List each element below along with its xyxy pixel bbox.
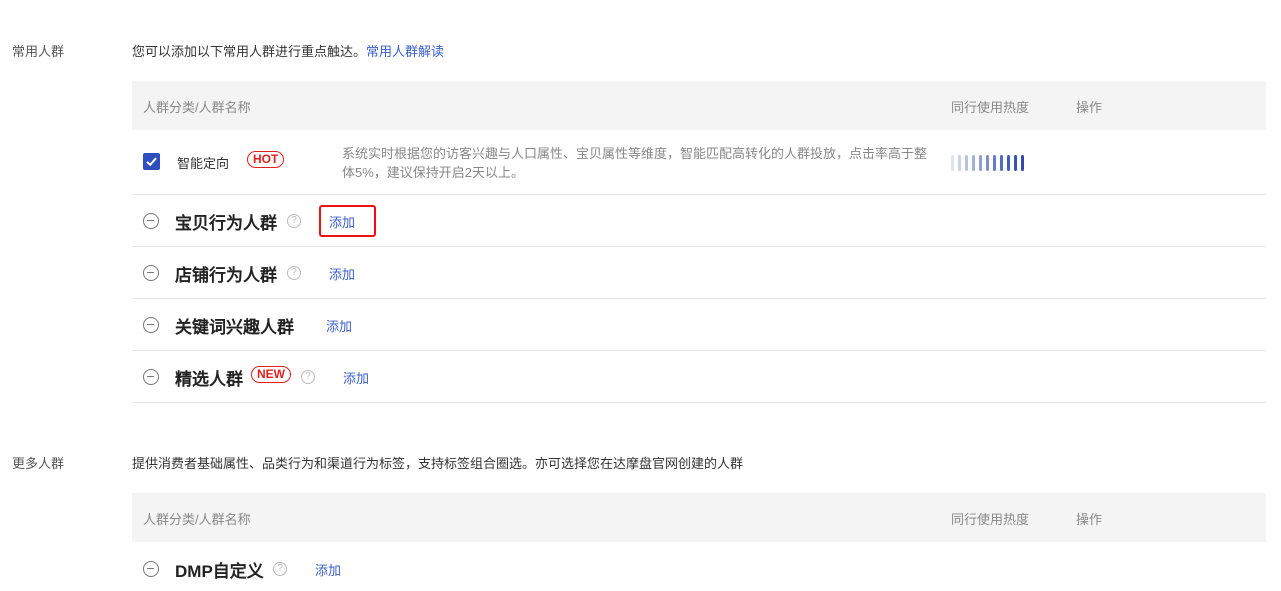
table-header-common: 人群分类/人群名称 同行使用热度 操作	[132, 81, 1266, 130]
header-heat: 同行使用热度	[951, 100, 1030, 115]
help-icon[interactable]: ?	[287, 266, 301, 280]
header-name: 人群分类/人群名称	[143, 512, 251, 527]
add-button[interactable]: 添加	[329, 212, 355, 231]
add-button[interactable]: 添加	[329, 264, 355, 283]
heat-bar	[951, 155, 1024, 171]
header-operation: 操作	[1076, 100, 1103, 115]
smart-targeting-row: 智能定向 HOT 系统实时根据您的访客兴趣与人口属性、宝贝属性等维度，智能匹配高…	[132, 130, 1266, 195]
collapse-icon[interactable]	[143, 265, 159, 281]
section-desc-more: 提供消费者基础属性、品类行为和渠道行为标签，支持标签组合圈选。亦可选择您在达摩盘…	[132, 456, 744, 471]
smart-targeting-desc: 系统实时根据您的访客兴趣与人口属性、宝贝属性等维度，智能匹配高转化的人群投放，点…	[342, 146, 928, 180]
group-row: 宝贝行为人群 ? 添加	[132, 195, 1266, 247]
help-icon[interactable]: ?	[301, 370, 315, 384]
header-name: 人群分类/人群名称	[143, 100, 251, 115]
section-label-more: 更多人群	[12, 456, 65, 471]
new-badge: NEW	[251, 366, 291, 383]
group-row: 店铺行为人群 ? 添加	[132, 247, 1266, 299]
header-heat: 同行使用热度	[951, 512, 1030, 527]
collapse-icon[interactable]	[143, 369, 159, 385]
help-icon[interactable]: ?	[273, 562, 287, 576]
group-name: 宝贝行为人群	[175, 214, 277, 233]
collapse-icon[interactable]	[143, 213, 159, 229]
smart-targeting-name: 智能定向	[177, 156, 230, 171]
group-row: DMP自定义 ? 添加	[132, 543, 1266, 591]
group-row: 关键词兴趣人群 添加	[132, 299, 1266, 351]
table-header-more: 人群分类/人群名称 同行使用热度 操作	[132, 493, 1266, 542]
section-label-common: 常用人群	[12, 44, 65, 59]
section-desc-text: 您可以添加以下常用人群进行重点触达。	[132, 44, 367, 59]
help-icon[interactable]: ?	[287, 214, 301, 228]
check-icon	[146, 157, 157, 167]
group-name: 关键词兴趣人群	[175, 318, 294, 337]
header-operation: 操作	[1076, 512, 1103, 527]
group-name: 精选人群	[175, 370, 243, 389]
common-guide-link[interactable]: 常用人群解读	[366, 44, 444, 59]
collapse-icon[interactable]	[143, 561, 159, 577]
group-row: 精选人群 NEW ? 添加	[132, 351, 1266, 403]
group-name: 店铺行为人群	[175, 266, 277, 285]
smart-targeting-checkbox[interactable]	[143, 153, 160, 170]
section-desc-common: 您可以添加以下常用人群进行重点触达。常用人群解读	[132, 41, 444, 60]
hot-badge: HOT	[247, 151, 285, 168]
add-button[interactable]: 添加	[326, 316, 352, 335]
add-button[interactable]: 添加	[315, 560, 341, 579]
collapse-icon[interactable]	[143, 317, 159, 333]
group-name: DMP自定义	[175, 562, 264, 581]
add-button[interactable]: 添加	[343, 368, 369, 387]
